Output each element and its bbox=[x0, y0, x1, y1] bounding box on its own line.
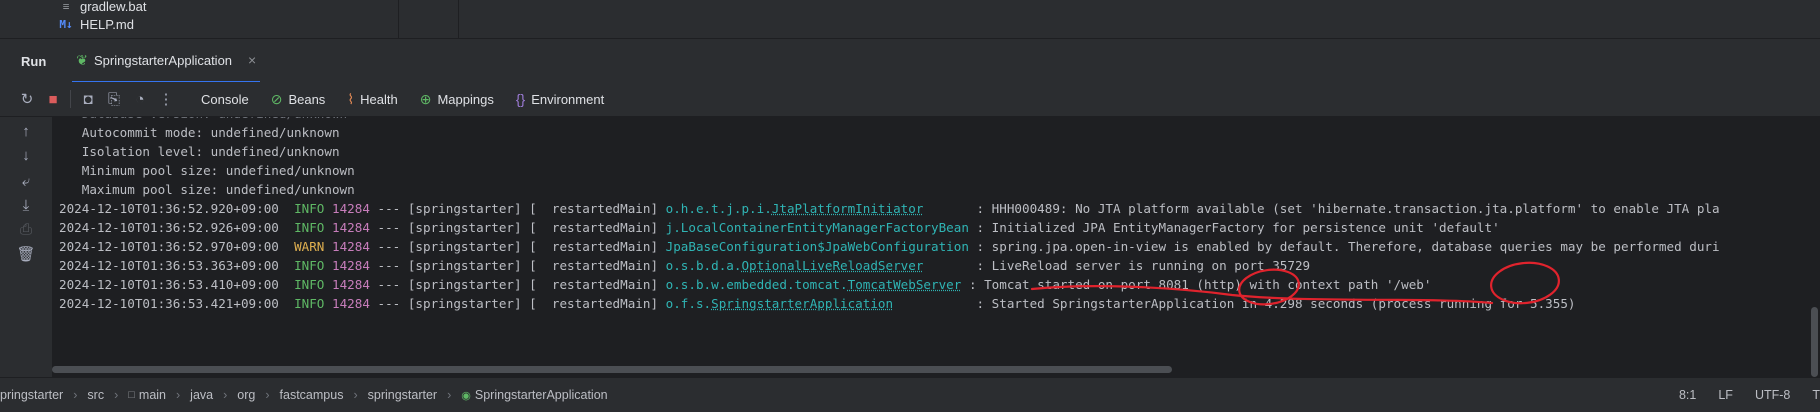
tab-label: Mappings bbox=[437, 91, 494, 107]
spring-run-icon: ❦ bbox=[76, 51, 89, 68]
project-tree: ≡ gradlew.bat M↓ HELP.md bbox=[0, 0, 1820, 38]
line-separator[interactable]: LF bbox=[1718, 388, 1733, 402]
run-window-title: Run bbox=[21, 53, 47, 69]
file-lines-icon: ≡ bbox=[62, 0, 70, 13]
soft-wrap-icon[interactable]: ⤶ bbox=[14, 173, 38, 190]
dump-threads-icon[interactable]: ⎘ bbox=[101, 91, 127, 108]
print-icon[interactable]: ⎙ bbox=[14, 221, 38, 238]
tab-environment[interactable]: {} Environment bbox=[516, 91, 604, 107]
tree-item-label: HELP.md bbox=[80, 16, 134, 32]
chevron-right-icon: › bbox=[265, 388, 270, 402]
tab-label: Beans bbox=[288, 91, 326, 107]
camera-icon[interactable]: ◘ bbox=[75, 91, 101, 108]
run-toolbar: ↻ ■ ◘ ⎘ ◔ ⋮ Console ⊘ Beans ⌇ Health ⊕ M… bbox=[0, 82, 1820, 117]
environment-icon: {} bbox=[515, 91, 526, 107]
breadcrumb-item[interactable]: SpringstarterApplication bbox=[475, 388, 608, 402]
tree-item-help[interactable]: M↓ HELP.md bbox=[58, 14, 134, 34]
tab-beans[interactable]: ⊘ Beans bbox=[271, 91, 326, 108]
status-extra[interactable]: T bbox=[1812, 388, 1820, 402]
mappings-icon: ⊕ bbox=[419, 90, 432, 107]
logger-link[interactable]: JpaBaseConfiguration$JpaWebConfiguration bbox=[666, 239, 969, 254]
logger-link[interactable]: j.LocalContainerEntityManagerFactoryBean bbox=[666, 220, 969, 235]
tab-mappings[interactable]: ⊕ Mappings bbox=[420, 91, 494, 108]
vertical-scrollbar[interactable] bbox=[1811, 307, 1818, 377]
chevron-right-icon: › bbox=[353, 388, 358, 402]
beans-icon: ⊘ bbox=[270, 90, 283, 107]
spring-class-icon: ◉ bbox=[461, 389, 471, 402]
chevron-right-icon: › bbox=[73, 388, 78, 402]
breadcrumb-item[interactable]: springstarter bbox=[368, 388, 437, 402]
markdown-icon: M↓ bbox=[59, 17, 73, 31]
health-icon: ⌇ bbox=[347, 90, 355, 107]
breadcrumb-item[interactable]: pringstarter bbox=[0, 388, 63, 402]
breadcrumb-item[interactable]: main bbox=[139, 388, 166, 402]
console-output[interactable]: Database version: undefined/unknown Auto… bbox=[52, 117, 1820, 377]
status-bar: pringstarter › src › □ main › java › org… bbox=[0, 377, 1820, 412]
status-widgets: 8:1 LF UTF-8 T bbox=[1679, 378, 1820, 412]
close-icon[interactable]: × bbox=[248, 52, 256, 68]
tree-item-label: gradlew.bat bbox=[80, 0, 147, 14]
breadcrumb-item[interactable]: org bbox=[237, 388, 255, 402]
profiler-icon[interactable]: ◔ bbox=[127, 91, 153, 108]
pane-divider bbox=[398, 0, 399, 38]
chevron-right-icon: › bbox=[114, 388, 119, 402]
breadcrumb: pringstarter › src › □ main › java › org… bbox=[0, 388, 608, 402]
breadcrumb-item[interactable]: src bbox=[87, 388, 104, 402]
rerun-icon[interactable]: ↻ bbox=[14, 90, 40, 108]
stop-icon[interactable]: ■ bbox=[40, 91, 66, 108]
tab-label: Console bbox=[201, 91, 249, 107]
tab-console[interactable]: Console bbox=[201, 92, 249, 107]
breadcrumb-item[interactable]: fastcampus bbox=[280, 388, 344, 402]
trash-icon[interactable]: 🗑 bbox=[14, 245, 38, 263]
chevron-right-icon: › bbox=[176, 388, 181, 402]
log-line: 2024-12-10T01:36:53.421+09:00 INFO 14284… bbox=[59, 296, 1576, 311]
run-configuration-tab[interactable]: ❦ SpringstarterApplication × bbox=[72, 39, 261, 83]
tab-label: Environment bbox=[531, 91, 605, 107]
logger-link[interactable]: o.s.b.w.embedded.tomcat.TomcatWebServer bbox=[666, 277, 962, 292]
breadcrumb-item[interactable]: java bbox=[190, 388, 213, 402]
file-encoding[interactable]: UTF-8 bbox=[1755, 388, 1790, 402]
chevron-right-icon: › bbox=[223, 388, 228, 402]
arrow-up-icon[interactable]: ↑ bbox=[14, 123, 38, 140]
more-icon[interactable]: ⋮ bbox=[153, 90, 179, 108]
chevron-right-icon: › bbox=[447, 388, 452, 402]
scroll-to-end-icon[interactable]: ⤓ bbox=[14, 197, 38, 214]
toolbar-separator bbox=[70, 90, 71, 108]
console-side-toolbar: ↑ ↓ ⤶ ⤓ ⎙ 🗑 bbox=[0, 117, 52, 377]
run-tab-label: SpringstarterApplication bbox=[94, 52, 233, 68]
run-tool-window-header: Run ❦ SpringstarterApplication × bbox=[0, 38, 1820, 83]
logger-link[interactable]: o.s.b.d.a.OptionalLiveReloadServer bbox=[666, 258, 924, 273]
cursor-position[interactable]: 8:1 bbox=[1679, 388, 1696, 402]
logger-link[interactable]: o.f.s.SpringstarterApplication bbox=[666, 296, 893, 311]
horizontal-scrollbar[interactable] bbox=[52, 366, 1172, 373]
tab-label: Health bbox=[360, 91, 398, 107]
pane-divider bbox=[458, 0, 459, 38]
arrow-down-icon[interactable]: ↓ bbox=[14, 147, 38, 164]
folder-icon: □ bbox=[128, 389, 135, 401]
tab-health[interactable]: ⌇ Health bbox=[347, 91, 397, 108]
logger-link[interactable]: o.h.e.t.j.p.i.JtaPlatformInitiator bbox=[666, 201, 924, 216]
